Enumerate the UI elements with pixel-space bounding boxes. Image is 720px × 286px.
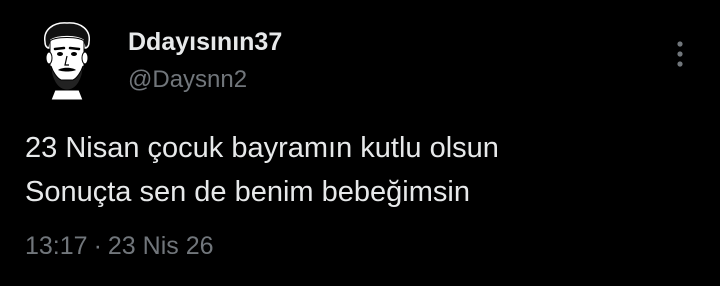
tweet-card: Ddayısının37 @Daysnn2 23 Nisan çocuk bay…: [0, 0, 720, 286]
tweet-date: 23 Nis 26: [107, 232, 214, 260]
tweet-timestamp[interactable]: 13:17 · 23 Nis 26: [25, 232, 214, 261]
tweet-text-line-1: 23 Nisan çocuk bayramın kutlu olsun: [25, 132, 499, 164]
avatar-man-icon: [44, 22, 90, 100]
user-handle[interactable]: @Daysnn2: [128, 66, 247, 94]
avatar[interactable]: [37, 20, 97, 100]
meta-separator: ·: [93, 232, 102, 260]
tweet-time: 13:17: [25, 232, 88, 260]
more-options-button[interactable]: [664, 36, 696, 72]
display-name[interactable]: Ddayısının37: [128, 28, 282, 57]
tweet-text-line-2: Sonuçta sen de benim bebeğimsin: [25, 176, 470, 208]
more-vertical-icon: [677, 41, 683, 67]
tweet-text: 23 Nisan çocuk bayramın kutlu olsun Sonu…: [25, 126, 499, 214]
